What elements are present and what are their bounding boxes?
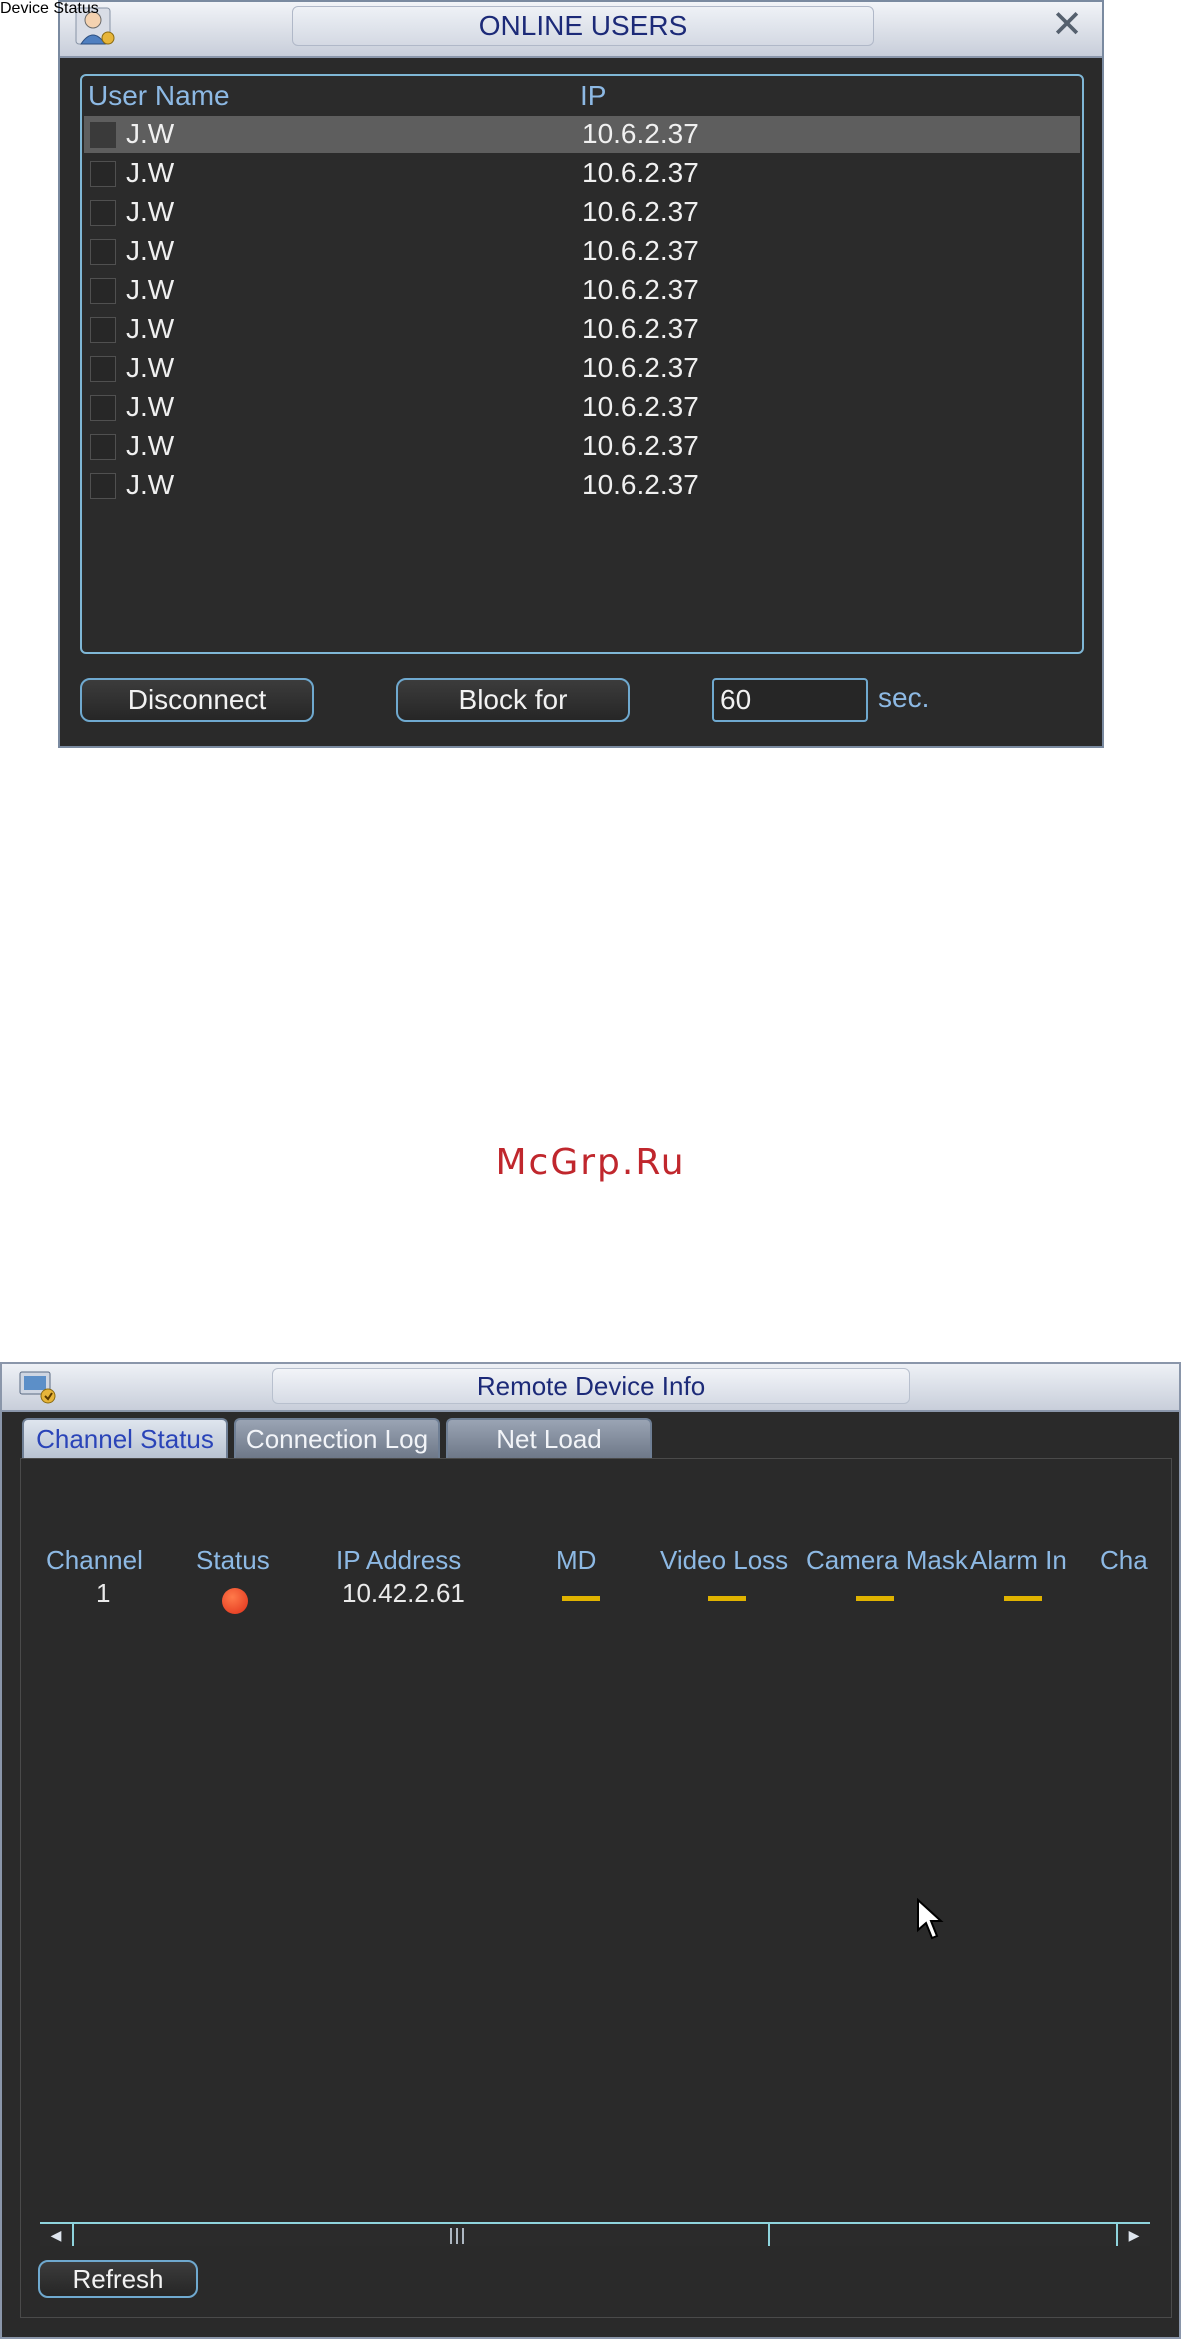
table-row[interactable]: J.W 10.6.2.37 — [84, 155, 1080, 192]
tab-net-load[interactable]: Net Load — [446, 1418, 652, 1458]
remote-device-info-dialog: Remote Device Info Channel Status Connec… — [0, 1362, 1181, 2339]
column-header-video-loss: Video Loss — [660, 1545, 789, 1575]
block-for-button[interactable]: Block for — [396, 678, 630, 722]
table-row[interactable]: J.W 10.6.2.37 — [84, 116, 1080, 153]
table-row[interactable]: J.W 10.6.2.37 — [84, 428, 1080, 465]
row-checkbox[interactable] — [90, 356, 116, 382]
user-ip: 10.6.2.37 — [582, 157, 699, 188]
cell-md — [562, 1596, 600, 1601]
column-header-status: Status — [196, 1545, 270, 1575]
mouse-cursor-icon — [917, 1898, 944, 1940]
device-icon — [19, 1371, 56, 1404]
tab-channel-status[interactable]: Channel Status — [22, 1418, 228, 1458]
user-name: J.W — [126, 391, 175, 422]
user-name: J.W — [126, 469, 175, 500]
block-seconds-input[interactable]: 60 — [712, 678, 868, 722]
user-ip: 10.6.2.37 — [582, 469, 699, 500]
user-name: J.W — [126, 274, 175, 305]
table-row[interactable]: J.W 10.6.2.37 — [84, 194, 1080, 231]
user-ip: 10.6.2.37 — [582, 196, 699, 227]
user-name: J.W — [126, 196, 175, 227]
user-ip: 10.6.2.37 — [582, 118, 699, 149]
user-name: J.W — [126, 118, 175, 149]
row-checkbox[interactable] — [90, 395, 116, 421]
online-users-list: User Name IP J.W 10.6.2.37 J.W 10.6.2.37… — [80, 74, 1084, 654]
grip-icon — [450, 2228, 464, 2244]
user-ip: 10.6.2.37 — [582, 352, 699, 383]
cell-video-loss — [708, 1596, 746, 1601]
table-row[interactable]: J.W 10.6.2.37 — [84, 272, 1080, 309]
user-ip: 10.6.2.37 — [582, 430, 699, 461]
scroll-right-icon[interactable]: ▶ — [1116, 2224, 1150, 2246]
watermark: McGrp.Ru — [495, 1142, 686, 1183]
table-row[interactable]: J.W 10.6.2.37 — [84, 233, 1080, 270]
column-header-ip-address: IP Address — [336, 1545, 462, 1575]
section-title: Device Status — [0, 0, 99, 17]
row-checkbox[interactable] — [90, 473, 116, 499]
tab-panel — [20, 1458, 1172, 2318]
user-ip: 10.6.2.37 — [582, 391, 699, 422]
user-name: J.W — [126, 313, 175, 344]
row-checkbox[interactable] — [90, 317, 116, 343]
column-header-user-name: User Name — [88, 80, 230, 111]
cell-ip-address: 10.42.2.61 — [342, 1578, 465, 1608]
table-row[interactable]: J.W 10.6.2.37 — [84, 467, 1080, 504]
online-users-dialog: ONLINE USERS ✕ User Name IP J.W 10.6.2.3… — [58, 0, 1104, 748]
user-name: J.W — [126, 157, 175, 188]
table-row[interactable]: J.W 10.6.2.37 — [84, 350, 1080, 387]
user-ip: 10.6.2.37 — [582, 235, 699, 266]
tab-connection-log[interactable]: Connection Log — [234, 1418, 440, 1458]
column-header-ip: IP — [580, 80, 607, 111]
row-checkbox[interactable] — [90, 200, 116, 226]
row-checkbox[interactable] — [90, 239, 116, 265]
scroll-left-icon[interactable]: ◀ — [40, 2224, 74, 2246]
cell-alarm-in — [1004, 1596, 1042, 1601]
disconnect-button[interactable]: Disconnect — [80, 678, 314, 722]
user-name: J.W — [126, 352, 175, 383]
table-row[interactable]: J.W 10.6.2.37 — [84, 311, 1080, 348]
column-header-truncated: Cha — [1100, 1545, 1148, 1575]
row-checkbox[interactable] — [90, 161, 116, 187]
row-checkbox[interactable] — [90, 122, 116, 148]
title-bar: ONLINE USERS ✕ — [60, 2, 1102, 58]
refresh-button[interactable]: Refresh — [38, 2260, 198, 2298]
dialog-title: Remote Device Info — [272, 1368, 910, 1404]
dialog-title: ONLINE USERS — [292, 6, 874, 46]
title-bar: Remote Device Info — [2, 1364, 1179, 1412]
row-checkbox[interactable] — [90, 278, 116, 304]
horizontal-scrollbar[interactable]: ◀ ▶ — [40, 2222, 1150, 2246]
cell-channel: 1 — [96, 1578, 111, 1608]
row-checkbox[interactable] — [90, 434, 116, 460]
column-header-md: MD — [556, 1545, 597, 1575]
user-name: J.W — [126, 235, 175, 266]
user-name: J.W — [126, 430, 175, 461]
close-icon[interactable]: ✕ — [1050, 6, 1084, 44]
column-header-channel: Channel — [46, 1545, 143, 1575]
column-header-alarm-in: Alarm In — [970, 1545, 1067, 1575]
table-row[interactable]: J.W 10.6.2.37 — [84, 389, 1080, 426]
column-header-camera-mask: Camera Mask — [806, 1545, 968, 1575]
cell-camera-mask — [856, 1596, 894, 1601]
scrollbar-thumb[interactable] — [76, 2224, 770, 2246]
status-indicator — [222, 1588, 248, 1614]
user-ip: 10.6.2.37 — [582, 313, 699, 344]
user-ip: 10.6.2.37 — [582, 274, 699, 305]
seconds-unit-label: sec. — [878, 682, 930, 713]
